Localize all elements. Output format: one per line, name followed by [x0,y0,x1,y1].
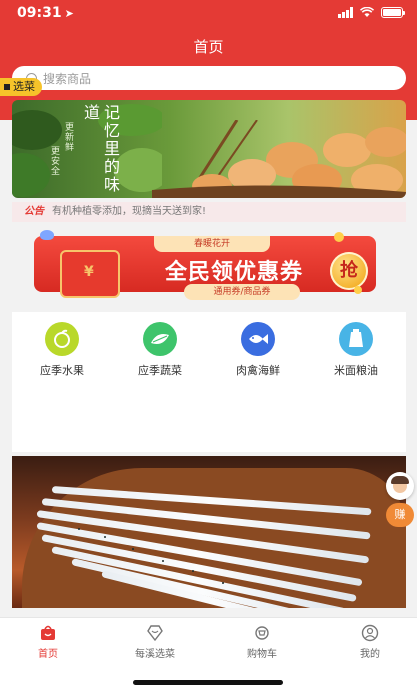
user-icon [361,624,379,642]
status-time: 09:31 ➤ [17,5,74,21]
seed-dot [78,528,80,530]
status-icons [338,7,405,18]
nav-bar: 首页 [0,30,417,64]
product-image[interactable] [12,456,406,608]
apple-icon [45,322,79,356]
coupon-top-label: 春暖花开 [154,236,270,252]
seed-dot [162,560,164,562]
heart-diamond-icon [146,624,164,642]
seed-dot [222,582,224,584]
side-tag-button[interactable]: 选菜 [0,78,42,96]
tab-label: 购物车 [247,649,277,660]
tab-label: 每溪选菜 [135,649,175,660]
coupon-title: 全民领优惠券 [164,260,303,285]
tab-home[interactable]: 首页 [8,624,88,660]
oil-icon [339,322,373,356]
search-bar[interactable]: 搜索商品 [12,66,406,90]
category-vegetable[interactable]: 应季蔬菜 [120,322,200,378]
bead-decoration [354,286,362,294]
grab-button[interactable]: 抢 [330,252,368,290]
notice-text: 有机种植零添加，现摘当天送到家! [52,206,207,217]
notice-label: 公告 [24,206,44,217]
notice-bar[interactable]: 公告 有机种植零添加，现摘当天送到家! [12,202,406,222]
coupon-banner[interactable]: 春暖花开 全民领优惠券 通用券/商品券 抢 [12,228,406,304]
home-bag-icon [39,624,57,642]
banner-sub-left-text: 更新鲜 [63,122,73,152]
page-title: 首页 [193,38,224,56]
category-label: 米面粮油 [334,364,378,377]
category-label: 应季蔬菜 [138,364,182,377]
coupon-card[interactable]: 春暖花开 全民领优惠券 通用券/商品券 抢 [34,230,376,300]
vegetable-icon [143,322,177,356]
fish-icon [241,322,275,356]
seed-dot [132,548,134,550]
category-meat-seafood[interactable]: 肉禽海鲜 [218,322,298,378]
status-bar: 09:31 ➤ [0,0,417,30]
status-time-text: 09:31 [17,5,62,21]
signal-icon [338,7,353,18]
cart-icon [253,624,271,642]
square-icon [4,84,10,90]
category-label: 肉禽海鲜 [236,364,280,377]
tab-cart[interactable]: 购物车 [222,624,302,660]
tab-label: 我的 [360,649,380,660]
butterfly-icon [40,230,54,240]
avatar-hair [391,476,409,484]
customer-service-button[interactable] [386,472,414,500]
bead-decoration [334,232,344,242]
banner-headline: 记忆里的味道 [81,104,120,194]
home-indicator [133,680,283,685]
wifi-icon [360,7,374,18]
banner-sub-right: 更安全 [48,146,59,176]
category-grid: 应季水果 应季蔬菜 肉禽海鲜 米面粮油 [12,312,406,452]
earn-button[interactable]: 赚 [386,503,414,527]
side-tag-label: 选菜 [13,80,35,93]
seed-dot [104,536,106,538]
seed-dot [192,570,194,572]
tab-select-veg[interactable]: 每溪选菜 [115,624,195,660]
hero-banner[interactable]: 更新鲜 更安全 记忆里的味道 [12,100,406,198]
red-envelope-icon [60,250,120,298]
category-grain-oil[interactable]: 米面粮油 [316,322,396,378]
category-fruit[interactable]: 应季水果 [22,322,102,378]
tab-profile[interactable]: 我的 [330,624,410,660]
search-placeholder: 搜索商品 [43,71,92,86]
location-arrow-icon: ➤ [64,7,74,20]
coupon-sub: 通用券/商品券 [184,284,300,300]
tab-label: 首页 [38,649,58,660]
banner-sub-left: 更新鲜 [62,122,73,152]
banner-sub-right-text: 更安全 [49,146,59,176]
category-label: 应季水果 [40,364,84,377]
battery-icon [381,7,405,18]
eggs-basket-illustration [152,120,406,198]
